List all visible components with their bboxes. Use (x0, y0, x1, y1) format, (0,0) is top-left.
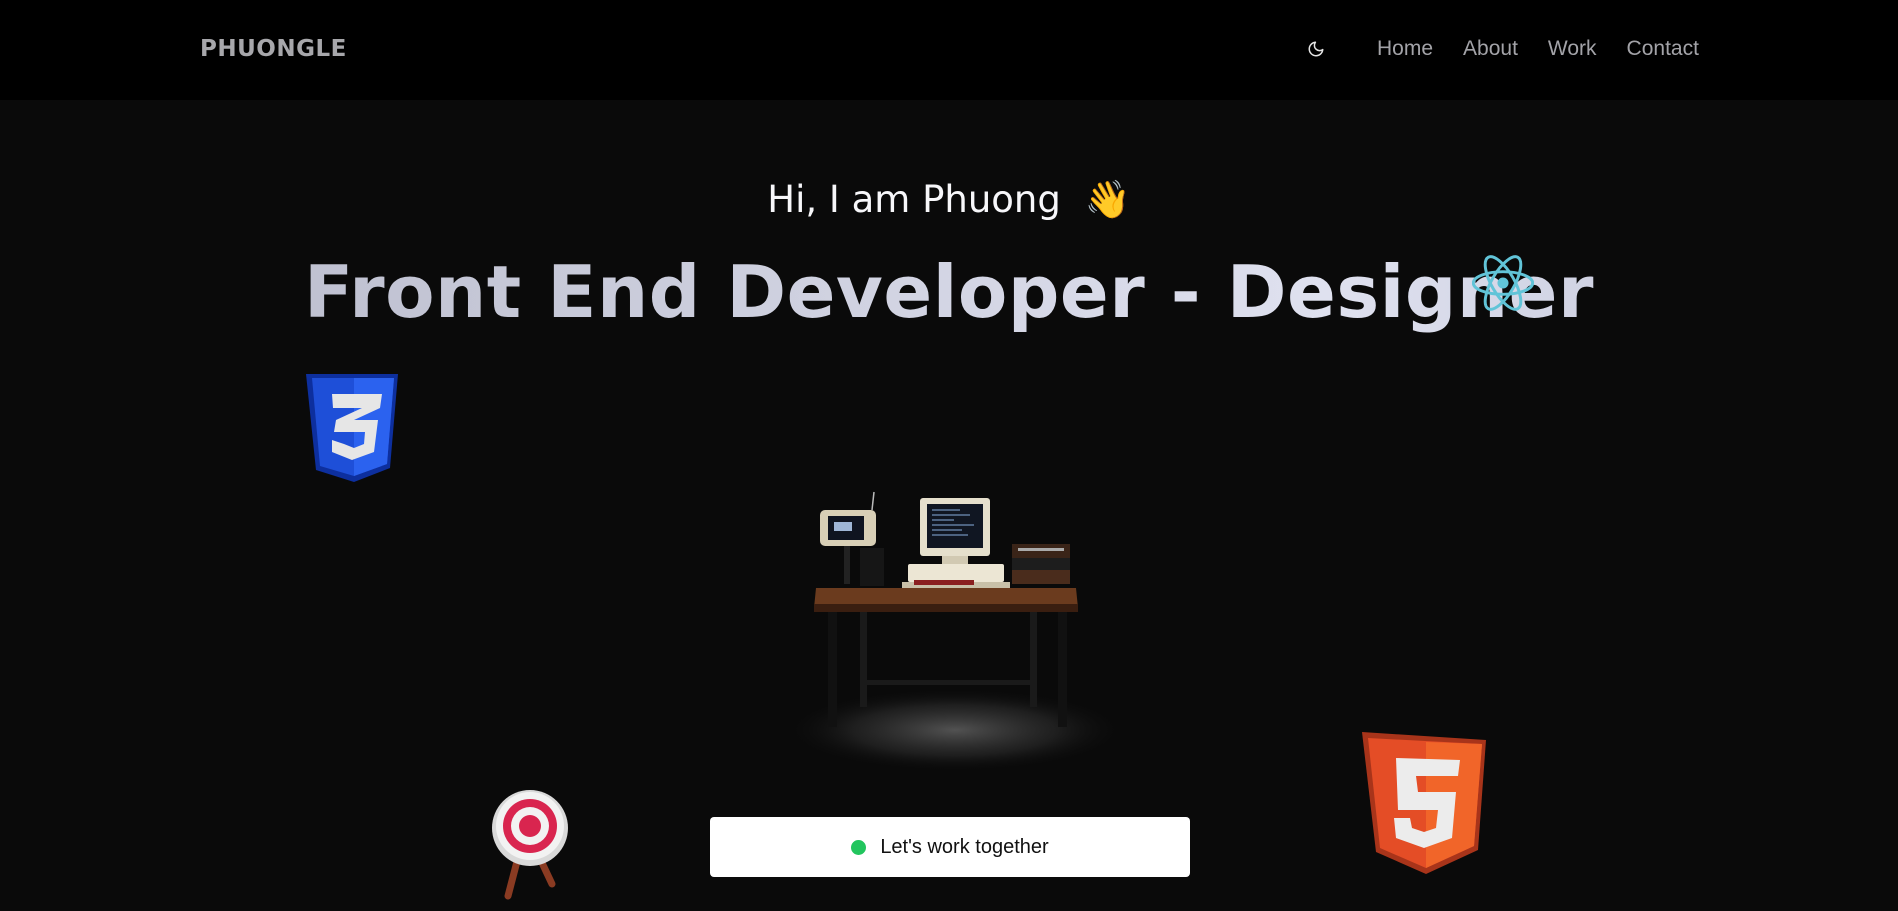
greeting-text: Hi, I am Phuong (767, 178, 1061, 221)
target-icon (492, 790, 568, 900)
moon-icon (1308, 41, 1324, 57)
computer-desk-illustration (790, 491, 1120, 770)
nav-links: Home About Work Contact (1377, 37, 1699, 61)
html5-logo-icon (1362, 732, 1486, 874)
navbar: PHUONGLE Home About Work Contact (0, 0, 1898, 100)
status-dot-icon (851, 839, 867, 855)
hero-headline: Front End Developer - Designer (0, 250, 1898, 334)
wave-emoji-icon: 👋 (1084, 178, 1131, 221)
lets-work-together-button[interactable]: Let's work together (710, 817, 1190, 877)
hero-greeting: Hi, I am Phuong 👋 (0, 178, 1898, 222)
nav-link-contact[interactable]: Contact (1627, 37, 1699, 61)
site-logo[interactable]: PHUONGLE (200, 36, 347, 62)
css3-logo-icon (306, 374, 398, 482)
nav-link-work[interactable]: Work (1548, 37, 1597, 61)
cta-label: Let's work together (880, 835, 1049, 858)
react-logo-icon (1472, 255, 1534, 311)
nav-link-about[interactable]: About (1463, 37, 1518, 61)
nav-link-home[interactable]: Home (1377, 37, 1433, 61)
theme-toggle-button[interactable] (1305, 38, 1327, 60)
